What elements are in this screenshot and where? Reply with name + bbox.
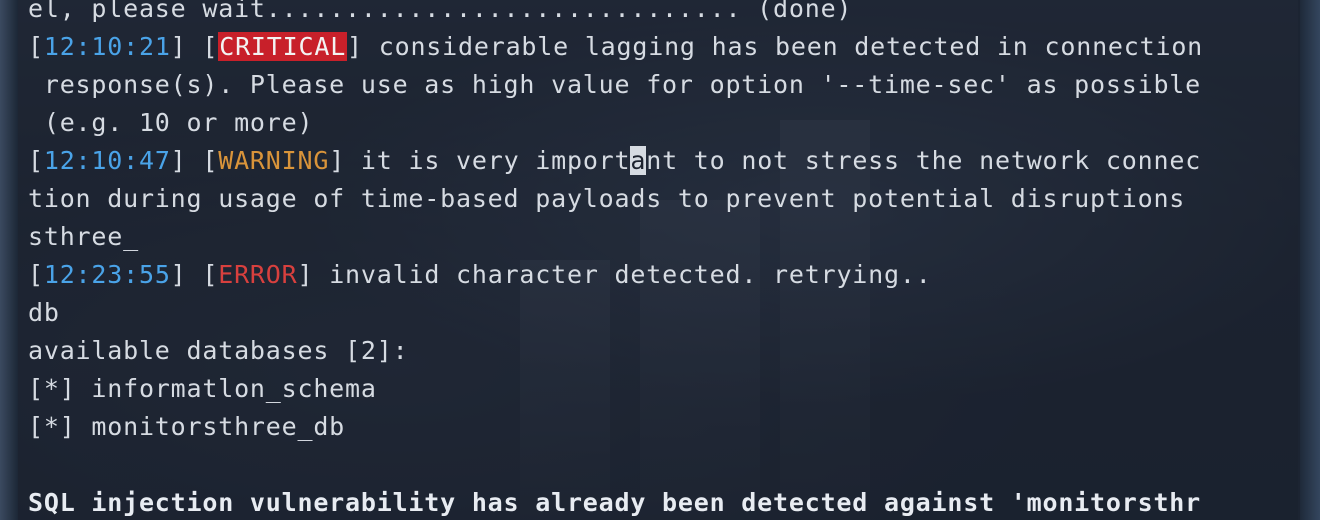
- terminal-line: sthree_: [28, 218, 139, 256]
- terminal-window[interactable]: el, please wait.........................…: [18, 0, 1300, 520]
- bracket: [: [28, 260, 44, 289]
- level-critical-badge: CRITICAL: [218, 32, 348, 61]
- text-cursor: a: [630, 146, 647, 175]
- log-message-continuation: response(s). Please use as high value fo…: [28, 70, 1201, 99]
- timestamp: 12:10:21: [43, 32, 171, 61]
- level-error-label: ERROR: [218, 260, 298, 289]
- log-message-continuation: (e.g. 10 or more): [28, 108, 314, 137]
- databases-header: available databases [2]:: [28, 336, 409, 365]
- timestamp: 12:10:47: [43, 146, 171, 175]
- wallpaper-edge-left: [0, 0, 18, 520]
- log-message: considerable lagging has been detected i…: [362, 32, 1204, 61]
- log-message-continuation: tion during usage of time-based payloads…: [28, 184, 1186, 213]
- bracket: ] [: [170, 32, 219, 61]
- output-text: el, please wait.........................…: [28, 0, 853, 23]
- output-text: db: [28, 298, 60, 327]
- database-name: [*] informatlon_schema: [28, 374, 377, 403]
- terminal-line: (e.g. 10 or more): [28, 104, 313, 142]
- level-warning-label: WARNING: [218, 146, 330, 175]
- database-list-item: [*] monitorsthree_db: [28, 408, 345, 446]
- log-message: invalid character detected. retrying..: [313, 260, 932, 289]
- bracket: [: [28, 32, 44, 61]
- bracket: ]: [347, 32, 363, 61]
- terminal-line: available databases [2]:: [28, 332, 408, 370]
- terminal-line: response(s). Please use as high value fo…: [28, 66, 1201, 104]
- log-message: it is very import: [345, 146, 631, 175]
- database-list-item: [*] informatlon_schema: [28, 370, 377, 408]
- terminal-line: el, please wait.........................…: [28, 0, 852, 28]
- desktop-background: el, please wait.........................…: [0, 0, 1320, 520]
- terminal-line: tion during usage of time-based payloads…: [28, 180, 1185, 218]
- bracket: ]: [329, 146, 346, 175]
- terminal-line: db: [28, 294, 60, 332]
- bracket: ] [: [170, 260, 219, 289]
- final-message: SQL injection vulnerability has already …: [28, 488, 1201, 517]
- terminal-line: SQL injection vulnerability has already …: [28, 484, 1201, 520]
- log-message: nt to not stress the network connec: [646, 146, 1202, 175]
- bracket: ]: [297, 260, 314, 289]
- log-line-critical: [12:10:21] [CRITICAL] considerable laggi…: [28, 28, 1203, 66]
- log-line-error: [12:23:55] [ERROR] invalid character det…: [28, 256, 932, 294]
- wallpaper-edge-right: [1298, 0, 1320, 520]
- bracket: ] [: [170, 146, 219, 175]
- log-line-warning: [12:10:47] [WARNING] it is very importan…: [28, 142, 1201, 180]
- database-name: [*] monitorsthree_db: [28, 412, 346, 441]
- output-text: sthree_: [28, 222, 139, 251]
- bracket: [: [28, 146, 44, 175]
- timestamp: 12:23:55: [43, 260, 171, 289]
